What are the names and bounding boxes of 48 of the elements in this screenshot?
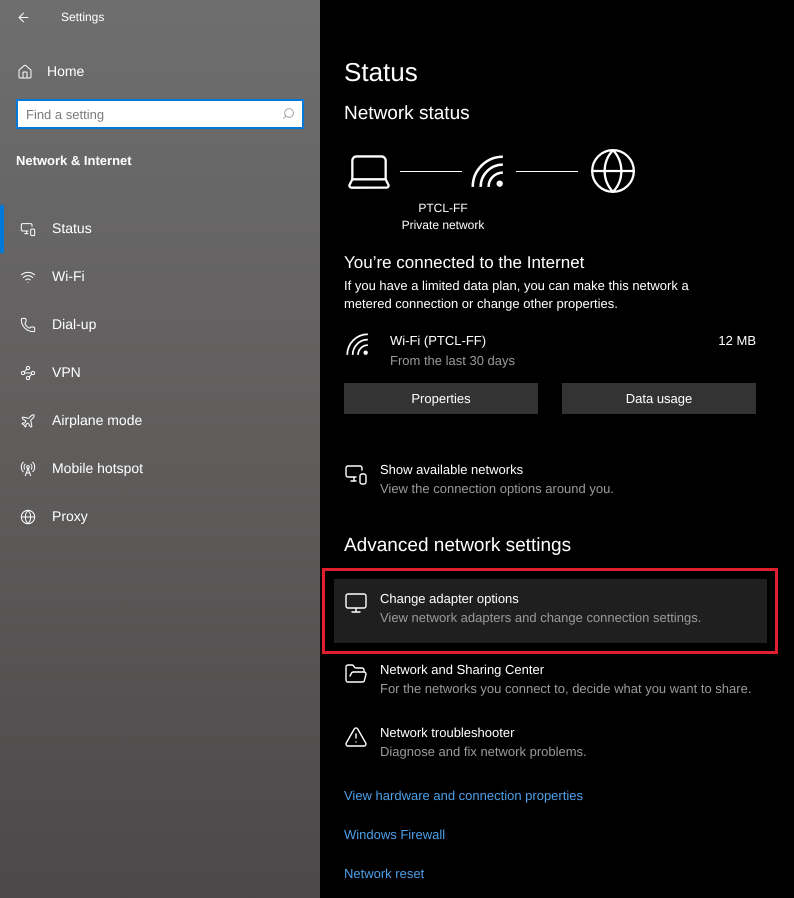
globe-icon xyxy=(588,146,638,196)
settings-link[interactable]: Change adapter options View network adapters and change connection settings. xyxy=(322,568,778,654)
nav-item[interactable]: Mobile hotspot xyxy=(0,444,320,492)
section-heading: Network & Internet xyxy=(15,152,133,170)
section-heading: Advanced network settings xyxy=(344,534,572,558)
home-link[interactable]: Home xyxy=(0,61,320,82)
network-name: PTCL-FF xyxy=(418,200,468,217)
settings-link[interactable]: Network troubleshooter Diagnose and fix network problems. xyxy=(322,717,778,780)
nav-item[interactable]: Dial-up xyxy=(0,300,320,348)
connection-description: If you have a limited data plan, you can make this network a metered connection or change other properties. xyxy=(344,277,690,313)
data-usage-amount: 12 MB xyxy=(718,332,756,350)
item-subtitle: View the connection options around you. xyxy=(380,480,614,498)
settings-link[interactable]: Network and Sharing Center For the networks you connect to, decide what you want to share. xyxy=(322,654,778,717)
search-field[interactable]: Find a setting xyxy=(16,99,304,129)
action-button[interactable]: Data usage xyxy=(562,383,756,414)
nav-item[interactable]: VPN xyxy=(0,348,320,396)
nav-item[interactable]: Wi-Fi xyxy=(0,252,320,300)
nav-item[interactable]: Airplane mode xyxy=(0,396,320,444)
item-title: Network troubleshooter xyxy=(380,724,516,742)
wifi-icon xyxy=(344,331,370,357)
network-type: Private network xyxy=(402,217,484,234)
link[interactable]: Windows Firewall xyxy=(344,825,446,844)
item-subtitle: For the networks you connect to, decide what you want to share. xyxy=(380,680,752,698)
item-title: Show available networks xyxy=(380,461,524,479)
item-title: Change adapter options xyxy=(380,590,520,608)
back-icon[interactable] xyxy=(16,10,31,24)
warning-icon xyxy=(344,725,368,749)
section-heading: Network status xyxy=(344,102,471,126)
hotspot-icon xyxy=(20,460,36,476)
phone-icon xyxy=(20,316,36,332)
nav-item[interactable]: Proxy xyxy=(0,492,320,540)
connection-name: Wi-Fi (PTCL-FF) xyxy=(390,332,488,350)
airplane-icon xyxy=(20,412,36,428)
item-subtitle: Diagnose and fix network problems. xyxy=(380,743,587,761)
globe-icon xyxy=(20,508,36,524)
item-subtitle: View network adapters and change connection settings. xyxy=(380,609,702,627)
home-icon xyxy=(17,64,33,80)
page-title: Status xyxy=(344,56,419,88)
item-title: Network and Sharing Center xyxy=(380,661,546,679)
vpn-icon xyxy=(20,364,36,380)
link[interactable]: Network reset xyxy=(344,864,424,883)
window-title: Settings xyxy=(61,9,104,26)
search-icon xyxy=(282,107,295,120)
show-networks-link[interactable]: Show available networks View the connection options around you. xyxy=(344,460,778,498)
action-button[interactable]: Properties xyxy=(344,383,538,414)
connection-heading: You’re connected to the Internet xyxy=(344,252,586,274)
connection-period: From the last 30 days xyxy=(390,352,516,370)
link[interactable]: View hardware and connection properties xyxy=(344,786,583,805)
